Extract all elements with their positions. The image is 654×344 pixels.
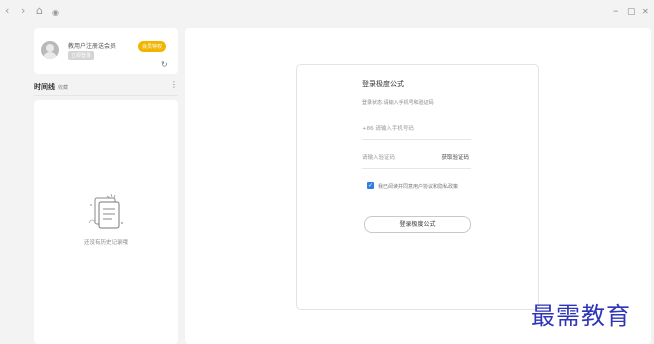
close-icon[interactable]: ✕ [642, 5, 649, 19]
more-icon[interactable]: ⋮ [170, 81, 178, 89]
login-card: 登录极度公式 登录状态:请输入手机号和验证码 +86 请输入手机号码 请输入验证… [296, 64, 539, 310]
user-name: 教用户注册送会员 [68, 43, 117, 50]
agree-text: 我已阅读并同意用户协议和隐私政策 [378, 184, 459, 190]
code-input[interactable]: 请输入验证码 [362, 154, 395, 163]
back-icon[interactable]: ‹ [5, 4, 9, 18]
vip-badge[interactable]: 会员特权 [138, 41, 167, 52]
divider [34, 95, 178, 96]
avatar[interactable] [41, 41, 59, 59]
login-tag[interactable]: 立即登录 [68, 51, 95, 60]
favorites-tab[interactable]: 收藏 [58, 84, 68, 91]
get-code-button[interactable]: 获取验证码 [441, 154, 469, 163]
home-icon[interactable]: ⌂ [36, 4, 43, 18]
login-button[interactable]: 登录极度公式 [364, 216, 471, 233]
verification-code-field[interactable]: 请输入验证码 获取验证码 [362, 154, 471, 169]
history-panel: 还没有历史记录哦 [34, 100, 178, 344]
refresh-icon[interactable]: ↻ [161, 60, 168, 69]
maximize-icon[interactable]: ▢ [627, 5, 636, 19]
record-icon[interactable]: ◉ [52, 6, 59, 20]
timeline-title[interactable]: 时间线 [34, 82, 55, 92]
empty-history-text: 还没有历史记录哦 [83, 240, 128, 246]
minimize-icon[interactable]: – [613, 4, 619, 18]
user-card: 教用户注册送会员 立即登录 会员特权 ↻ [34, 28, 178, 74]
login-hint: 登录状态:请输入手机号和验证码 [362, 100, 434, 106]
title-bar: ‹ › ⌂ ◉ – ▢ ✕ [0, 0, 654, 22]
empty-history-icon [88, 193, 124, 229]
agree-checkbox[interactable]: ✓ [367, 182, 374, 189]
phone-input[interactable]: +86 请输入手机号码 [362, 125, 471, 140]
watermark: 最需教育 [531, 302, 631, 330]
login-title: 登录极度公式 [362, 80, 404, 88]
forward-icon[interactable]: › [21, 4, 25, 18]
